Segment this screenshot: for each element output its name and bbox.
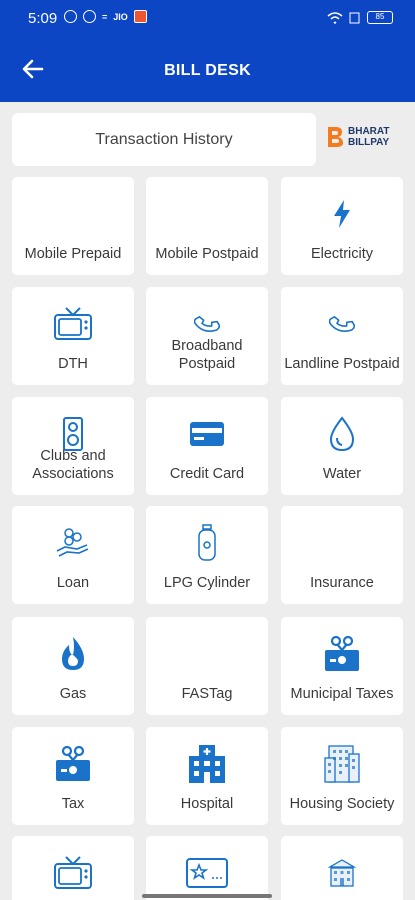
category-tile-landline-postpaid[interactable]: Landline Postpaid: [281, 287, 403, 385]
category-tile-mobile-postpaid[interactable]: Mobile Postpaid: [146, 177, 268, 275]
municipal-icon: [281, 852, 403, 894]
status-right-icons: 85: [327, 11, 393, 24]
category-tile-hospital[interactable]: Hospital: [146, 727, 268, 825]
category-tile-municipal-taxes[interactable]: Municipal Taxes: [281, 617, 403, 715]
category-label: Tax: [61, 796, 85, 812]
tv-icon: [12, 852, 134, 894]
water-drop-icon: [281, 413, 403, 455]
status-bar: 5:09 = JIO 85: [0, 0, 415, 36]
tv-icon: [12, 303, 134, 345]
phone-icon: [281, 303, 403, 345]
transaction-history-button[interactable]: Transaction History: [12, 113, 316, 166]
category-tile-loan[interactable]: Loan: [12, 506, 134, 604]
jio-icon: JIO: [113, 11, 128, 22]
category-label: Broadband Postpaid: [171, 338, 243, 372]
whatsapp-icon: [64, 10, 77, 23]
category-label: Loan: [56, 575, 90, 591]
equal-icon: =: [102, 11, 108, 22]
bharat-billpay-logo: BHARAT BILLPAY: [326, 125, 389, 149]
category-label: Housing Society: [289, 796, 395, 812]
category-label: Gas: [59, 686, 87, 702]
gas-cylinder-icon: [146, 522, 268, 564]
category-label: Electricity: [310, 246, 374, 262]
category-tile-lpg-cylinder[interactable]: LPG Cylinder: [146, 506, 268, 604]
category-label: Mobile Postpaid: [155, 246, 259, 262]
category-tile-gas[interactable]: Gas: [12, 617, 134, 715]
category-label: Mobile Prepaid: [24, 246, 122, 262]
page-title: BILL DESK: [164, 62, 251, 79]
category-tile-tile-18[interactable]: [12, 836, 134, 900]
app-bar: BILL DESK: [0, 36, 415, 102]
star-card-icon: [146, 852, 268, 894]
loan-icon: [12, 522, 134, 564]
category-tile-municipal[interactable]: Municipal: [281, 836, 403, 900]
signal-icon: [349, 12, 360, 23]
bolt-icon: [281, 193, 403, 235]
bharat-billpay-b-icon: [328, 127, 343, 147]
category-tile-clubs-and-associations[interactable]: Clubs and Associations: [12, 397, 134, 495]
category-tile-housing-society[interactable]: Housing Society: [281, 727, 403, 825]
category-tile-credit-card[interactable]: Credit Card: [146, 397, 268, 495]
category-tile-fastag[interactable]: FASTag: [146, 617, 268, 715]
wifi-icon: [327, 11, 343, 24]
category-label: Municipal Taxes: [290, 686, 394, 702]
flame-icon: [12, 633, 134, 675]
category-label: DTH: [58, 356, 88, 372]
category-tile-tax[interactable]: Tax: [12, 727, 134, 825]
category-label: Landline Postpaid: [284, 356, 400, 372]
category-tile-electricity[interactable]: Electricity: [281, 177, 403, 275]
category-tile-dth[interactable]: DTH: [12, 287, 134, 385]
bharat-billpay-text: BHARAT BILLPAY: [348, 126, 390, 148]
tax-icon: [281, 633, 403, 675]
category-tile-tile-19[interactable]: [146, 836, 268, 900]
battery-icon: 85: [367, 11, 393, 24]
category-tile-insurance[interactable]: Insurance: [281, 506, 403, 604]
tax-icon: [12, 743, 134, 785]
category-tile-broadband-postpaid[interactable]: Broadband Postpaid: [146, 287, 268, 385]
building-icon: [281, 743, 403, 785]
category-label: Credit Card: [169, 466, 245, 482]
app-icon: [133, 10, 147, 23]
home-indicator[interactable]: [142, 894, 272, 898]
category-label: Insurance: [310, 575, 374, 591]
status-time: 5:09: [28, 10, 58, 27]
status-left-icons: = JIO: [64, 10, 147, 23]
category-label: Hospital: [180, 796, 234, 812]
category-label: Water: [322, 466, 362, 482]
category-label: LPG Cylinder: [163, 575, 251, 591]
category-tile-mobile-prepaid[interactable]: Mobile Prepaid: [12, 177, 134, 275]
hospital-icon: [146, 743, 268, 785]
category-label: Clubs and Associations: [32, 448, 114, 482]
category-label: FASTag: [181, 686, 233, 702]
settings-icon: [83, 10, 96, 23]
category-tile-water[interactable]: Water: [281, 397, 403, 495]
credit-card-icon: [146, 413, 268, 455]
